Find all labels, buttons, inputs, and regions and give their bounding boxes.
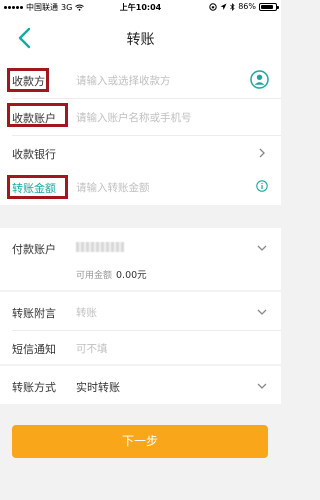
method-value[interactable]: 实时转账 — [76, 379, 120, 395]
chevron-down-icon[interactable] — [257, 307, 267, 317]
bluetooth-icon — [230, 2, 235, 11]
chevron-down-icon[interactable] — [257, 381, 267, 391]
battery-percent: 86% — [238, 2, 256, 11]
chevron-right-icon — [259, 148, 265, 158]
payee-account-input[interactable]: 请输入账户名称或手机号 — [76, 110, 192, 125]
amount-input[interactable]: 请输入转账金额 — [76, 180, 150, 195]
available-label: 可用金额 — [76, 271, 113, 281]
page-title: 转账 — [126, 32, 155, 48]
nav-bar: 转账 — [0, 14, 281, 62]
method-section: 转账方式 实时转账 — [0, 366, 281, 404]
battery-icon — [259, 2, 279, 11]
method-label: 转账方式 — [12, 381, 56, 394]
memo-row[interactable]: 转账附言 转账 — [0, 294, 281, 330]
pay-account-section: 付款账户 可用金额 0.00元 — [0, 228, 281, 290]
method-row[interactable]: 转账方式 实时转账 — [0, 368, 281, 404]
memo-input[interactable]: 转账 — [76, 305, 97, 320]
pay-account-label: 付款账户 — [12, 243, 56, 256]
info-icon[interactable] — [256, 180, 268, 192]
memo-label: 转账附言 — [12, 307, 56, 320]
next-button[interactable]: 下一步 — [12, 425, 268, 458]
rotation-lock-icon — [209, 2, 217, 11]
location-icon — [220, 3, 227, 10]
masked-account-number — [76, 242, 124, 252]
chevron-down-icon[interactable] — [257, 243, 267, 253]
sms-label: 短信通知 — [12, 343, 56, 356]
highlight-box-amount — [7, 175, 68, 199]
payee-bank-label: 收款银行 — [12, 148, 56, 161]
payee-input[interactable]: 请输入或选择收款方 — [76, 73, 171, 88]
available-value: 0.00元 — [116, 270, 147, 281]
status-bar: 中国联通 3G 上午10:04 86% — [0, 0, 281, 14]
highlight-box-payee — [7, 68, 49, 92]
sms-input[interactable]: 可不填 — [76, 341, 108, 356]
pay-account-row[interactable]: 付款账户 — [0, 230, 281, 266]
highlight-box-payee-account — [7, 103, 68, 127]
sms-row[interactable]: 短信通知 可不填 — [0, 330, 281, 366]
status-right: 86% — [209, 2, 279, 11]
memo-section: 转账附言 转账 短信通知 可不填 — [0, 292, 281, 364]
payee-bank-row[interactable]: 收款银行 — [0, 135, 281, 171]
contacts-icon[interactable] — [250, 70, 269, 89]
